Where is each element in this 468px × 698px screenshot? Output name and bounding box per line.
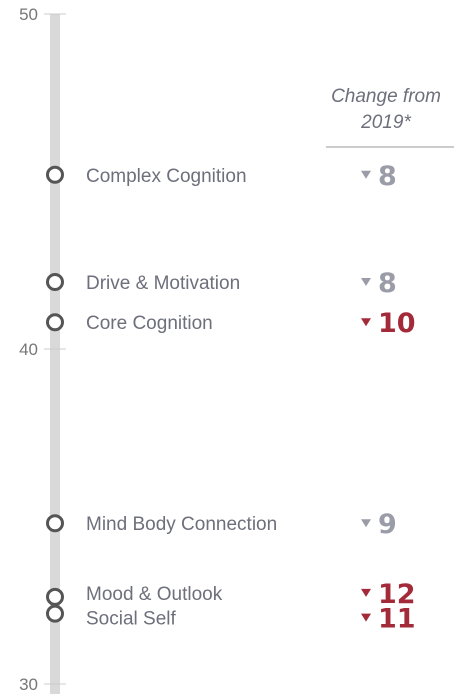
- marker-mind-body-connection: [46, 514, 64, 533]
- point-mind-body-connection: Mind Body Connection 9: [46, 509, 397, 540]
- change-value-social-self: 11: [378, 604, 416, 635]
- point-drive-motivation: Drive & Motivation 8: [46, 268, 397, 299]
- category-label-mind-body-connection: Mind Body Connection: [86, 514, 277, 535]
- chart: 30 40 50 Change from 2019* Complex Cogniti…: [19, 5, 454, 694]
- change-arrow-core-cognition: [361, 318, 371, 327]
- change-value-drive-motivation: 8: [378, 268, 397, 299]
- change-value-complex-cognition: 8: [378, 161, 397, 192]
- point-complex-cognition: Complex Cognition 8: [46, 161, 397, 192]
- y-tick-label-50: 50: [19, 5, 38, 24]
- change-header: Change from 2019*: [326, 86, 454, 148]
- point-core-cognition: Core Cognition 10: [46, 308, 416, 339]
- change-arrow-complex-cognition: [361, 170, 371, 179]
- category-label-core-cognition: Core Cognition: [86, 313, 213, 334]
- change-arrow-mood-outlook: [361, 588, 371, 597]
- marker-core-cognition: [46, 313, 64, 332]
- category-label-complex-cognition: Complex Cognition: [86, 166, 247, 187]
- marker-mood-outlook: [46, 587, 64, 606]
- marker-social-self: [46, 604, 64, 623]
- marker-complex-cognition: [46, 165, 64, 184]
- category-label-drive-motivation: Drive & Motivation: [86, 273, 240, 294]
- y-tick-label-30: 30: [19, 675, 38, 694]
- change-value-core-cognition: 10: [378, 308, 416, 339]
- change-arrow-drive-motivation: [361, 278, 371, 286]
- change-header-line-1: Change from: [331, 86, 441, 107]
- marker-drive-motivation: [46, 273, 64, 291]
- category-label-social-self: Social Self: [86, 609, 176, 630]
- point-mood-outlook: Mood & Outlook 12: [46, 579, 416, 610]
- point-social-self: Social Self 11: [46, 604, 416, 635]
- change-value-mind-body-connection: 9: [378, 509, 397, 540]
- category-label-mood-outlook: Mood & Outlook: [86, 584, 223, 605]
- y-tick-label-40: 40: [19, 340, 38, 359]
- change-header-line-2: 2019*: [360, 112, 411, 133]
- change-arrow-social-self: [361, 613, 371, 622]
- data-points: Complex Cognition 8 Drive & Motivation 8 Cor…: [46, 161, 416, 635]
- change-arrow-mind-body-connection: [361, 519, 371, 528]
